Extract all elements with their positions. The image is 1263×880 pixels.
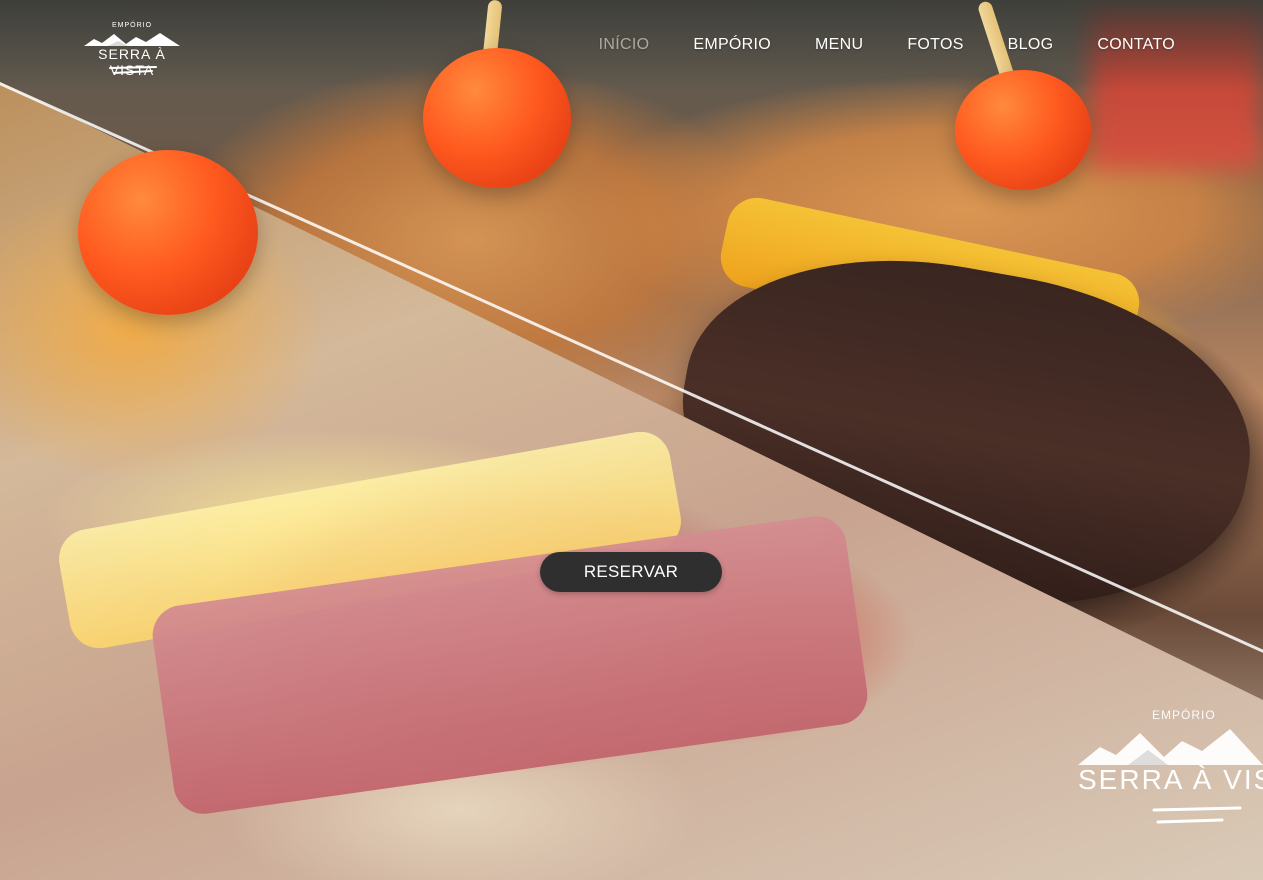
video-watermark-logo: EMPÓRIO SERRA À VIS bbox=[1060, 700, 1263, 840]
watermark-name-text: SERRA À VIS bbox=[1078, 764, 1263, 795]
nav-item-fotos[interactable]: FOTOS bbox=[907, 36, 963, 54]
nav-item-inicio[interactable]: INÍCIO bbox=[599, 36, 650, 54]
nav-item-emporio[interactable]: EMPÓRIO bbox=[693, 36, 771, 54]
pepper-left bbox=[78, 150, 258, 315]
brand-small-text: EMPÓRIO bbox=[111, 22, 153, 29]
nav-item-blog[interactable]: BLOG bbox=[1008, 36, 1054, 54]
watermark-mountain-icon bbox=[1078, 729, 1263, 765]
brand-logo[interactable]: EMPÓRIO SERRA À VISTA bbox=[80, 22, 184, 78]
mountain-icon bbox=[84, 33, 180, 46]
reserve-button[interactable]: RESERVAR bbox=[540, 552, 722, 592]
nav-item-menu[interactable]: MENU bbox=[815, 36, 863, 54]
watermark-small-text: EMPÓRIO bbox=[1152, 708, 1216, 722]
watermark-underline-icon bbox=[1152, 806, 1242, 824]
top-navbar: EMPÓRIO SERRA À VISTA INÍCIO EMPÓRIO MEN… bbox=[0, 0, 1263, 92]
nav-item-contato[interactable]: CONTATO bbox=[1097, 36, 1175, 54]
main-navigation: INÍCIO EMPÓRIO MENU FOTOS BLOG CONTATO bbox=[599, 36, 1175, 54]
brand-underline-icon bbox=[109, 66, 157, 74]
